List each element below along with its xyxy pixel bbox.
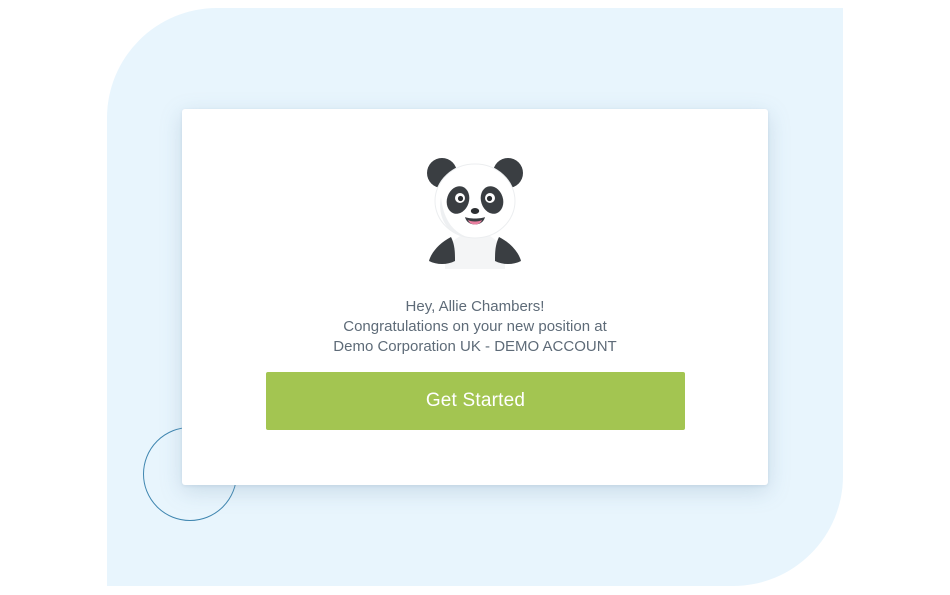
greeting-text: Hey, Allie Chambers!	[405, 298, 545, 315]
panda-mascot-icon	[427, 158, 523, 269]
welcome-card: Hey, Allie Chambers! Congratulations on …	[182, 109, 768, 485]
get-started-button[interactable]: Get Started	[266, 372, 685, 430]
welcome-message: Hey, Allie Chambers! Congratulations on …	[182, 297, 768, 357]
congratulations-text: Congratulations on your new position at	[343, 318, 607, 335]
company-name-text: Demo Corporation UK - DEMO ACCOUNT	[333, 338, 617, 355]
